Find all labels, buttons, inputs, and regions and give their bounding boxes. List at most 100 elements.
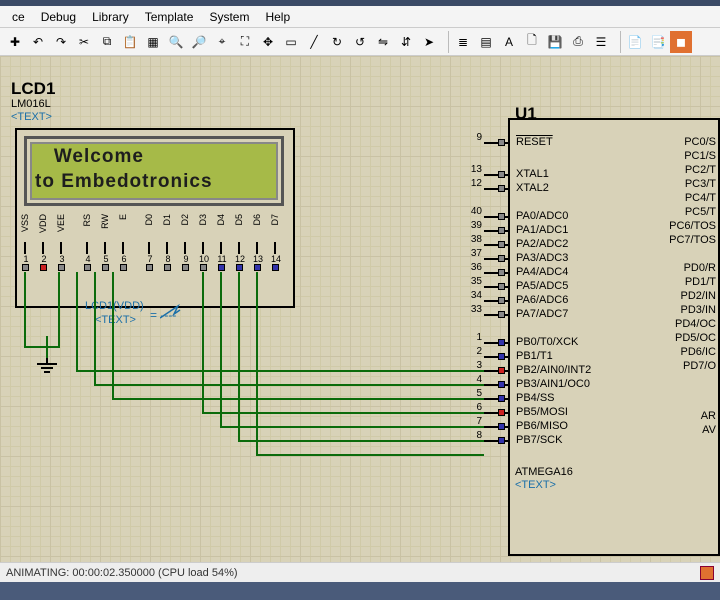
chip-pin-name: PB5/MOSI	[516, 406, 568, 418]
lcd-pin-number: 10	[197, 254, 211, 264]
menu-item[interactable]: Debug	[33, 8, 84, 26]
pin-state-led	[498, 297, 505, 304]
pin-state-led	[498, 353, 505, 360]
plus-icon[interactable]: ✚	[4, 31, 26, 53]
pin-state-led	[498, 213, 505, 220]
print-icon[interactable]: ⎙	[567, 31, 589, 53]
chip-pin-name: PC4/T	[638, 192, 716, 204]
chip-pin-name: PB3/AIN1/OC0	[516, 378, 590, 390]
lcd-pin-number: 7	[143, 254, 157, 264]
lcd-pin-number: 14	[269, 254, 283, 264]
paste-icon[interactable]: 📋	[119, 31, 141, 53]
grid-icon[interactable]: ▦	[142, 31, 164, 53]
cut-icon[interactable]: ✂	[73, 31, 95, 53]
select-icon[interactable]: ▭	[280, 31, 302, 53]
chip-pin-number: 4	[464, 374, 482, 385]
chip-pin-name: PC6/TOS	[638, 220, 716, 232]
lcd-pin-number: 8	[161, 254, 175, 264]
lcd-pin-number: 3	[55, 254, 69, 264]
menu-item[interactable]: Library	[84, 8, 137, 26]
wire-icon[interactable]: ╱	[303, 31, 325, 53]
flip-v-icon[interactable]: ⇵	[395, 31, 417, 53]
chip-pin-name: PA1/ADC1	[516, 224, 568, 236]
script-icon[interactable]: ≣	[452, 31, 474, 53]
bom-icon[interactable]: ☰	[590, 31, 612, 53]
save-icon[interactable]: 💾	[544, 31, 566, 53]
pin-state-led	[498, 367, 505, 374]
pan-icon[interactable]: ✥	[257, 31, 279, 53]
zoom-in-icon[interactable]: 🔍	[165, 31, 187, 53]
ground-symbol	[36, 358, 58, 376]
wire	[94, 384, 484, 386]
pin-state-led	[102, 264, 109, 271]
pin-state-led	[498, 227, 505, 234]
chip-pin-name: PD5/OC	[638, 332, 716, 344]
chip-pin-number: 40	[464, 206, 482, 217]
pin-state-led	[218, 264, 225, 271]
chip-text-placeholder: <TEXT>	[515, 479, 556, 491]
lcd-pin-label: D5	[234, 214, 244, 226]
pin-state-led	[498, 241, 505, 248]
chip-pin-name: PC2/T	[638, 164, 716, 176]
lcd-pin-number: 2	[37, 254, 51, 264]
pin-state-led	[498, 283, 505, 290]
pin-state-led	[58, 264, 65, 271]
pin-state-led	[498, 171, 505, 178]
lcd-pin-number: 11	[215, 254, 229, 264]
pin-state-led	[22, 264, 29, 271]
pin-state-led	[498, 311, 505, 318]
wire	[220, 426, 484, 428]
arrow-icon[interactable]: ➤	[418, 31, 440, 53]
lcd-pin-label: VSS	[20, 214, 30, 232]
chip-pin-name: AV	[638, 424, 716, 436]
menu-item[interactable]: ce	[4, 8, 33, 26]
sheet-icon[interactable]: ▤	[475, 31, 497, 53]
lcd-pin-label: RS	[82, 214, 92, 227]
wire	[76, 370, 484, 372]
zoom-area-icon[interactable]: ⌖	[211, 31, 233, 53]
pin-state-led	[40, 264, 47, 271]
chip-pin-name: RESET	[516, 136, 553, 148]
lcd-pin-number: 4	[81, 254, 95, 264]
wire	[94, 272, 96, 385]
copy-icon[interactable]: ⧉	[96, 31, 118, 53]
lcd-ref[interactable]: LCD1	[11, 79, 55, 99]
chip-pin-number: 3	[464, 360, 482, 371]
chip-pin-number: 35	[464, 276, 482, 287]
chip-pin-name: XTAL2	[516, 182, 549, 194]
wire	[24, 272, 26, 346]
text-icon[interactable]: A	[498, 31, 520, 53]
undo-icon[interactable]: ↶	[27, 31, 49, 53]
pin-state-led	[272, 264, 279, 271]
lcd-pin-label: D6	[252, 214, 262, 226]
lcd-pin-label: RW	[100, 214, 110, 229]
menu-item[interactable]: Template	[137, 8, 202, 26]
zoom-out-icon[interactable]: 🔎	[188, 31, 210, 53]
menu-item[interactable]: Help	[257, 8, 298, 26]
wire	[238, 440, 484, 442]
chip-pin-name: PA5/ADC5	[516, 280, 568, 292]
doc2-icon[interactable]: 📑	[647, 31, 669, 53]
stop-sim-icon[interactable]	[700, 566, 714, 580]
chip-pin-name: PD7/O	[638, 360, 716, 372]
schematic-canvas[interactable]: LCD1 LM016L <TEXT> Welcome to Embedotron…	[0, 56, 720, 562]
redo-icon[interactable]: ↷	[50, 31, 72, 53]
rotate-ccw-icon[interactable]: ↺	[349, 31, 371, 53]
stop-icon[interactable]: ◼	[670, 31, 692, 53]
flip-h-icon[interactable]: ⇋	[372, 31, 394, 53]
pin-state-led	[498, 139, 505, 146]
pin-state-led	[182, 264, 189, 271]
zoom-full-icon[interactable]: ⛶	[234, 31, 256, 53]
chip-pin-name: PB7/SCK	[516, 434, 562, 446]
menu-item[interactable]: System	[201, 8, 257, 26]
lcd-pin-label: VEE	[56, 214, 66, 232]
pin-state-led	[164, 264, 171, 271]
pin-state-led	[498, 269, 505, 276]
new-doc-icon[interactable]: 🗋	[521, 31, 543, 53]
doc1-icon[interactable]: 📄	[624, 31, 646, 53]
rotate-cw-icon[interactable]: ↻	[326, 31, 348, 53]
pin-state-led	[498, 395, 505, 402]
chip-pin-number: 39	[464, 220, 482, 231]
chip-pin-number: 38	[464, 234, 482, 245]
chip-pin-name: PC3/T	[638, 178, 716, 190]
